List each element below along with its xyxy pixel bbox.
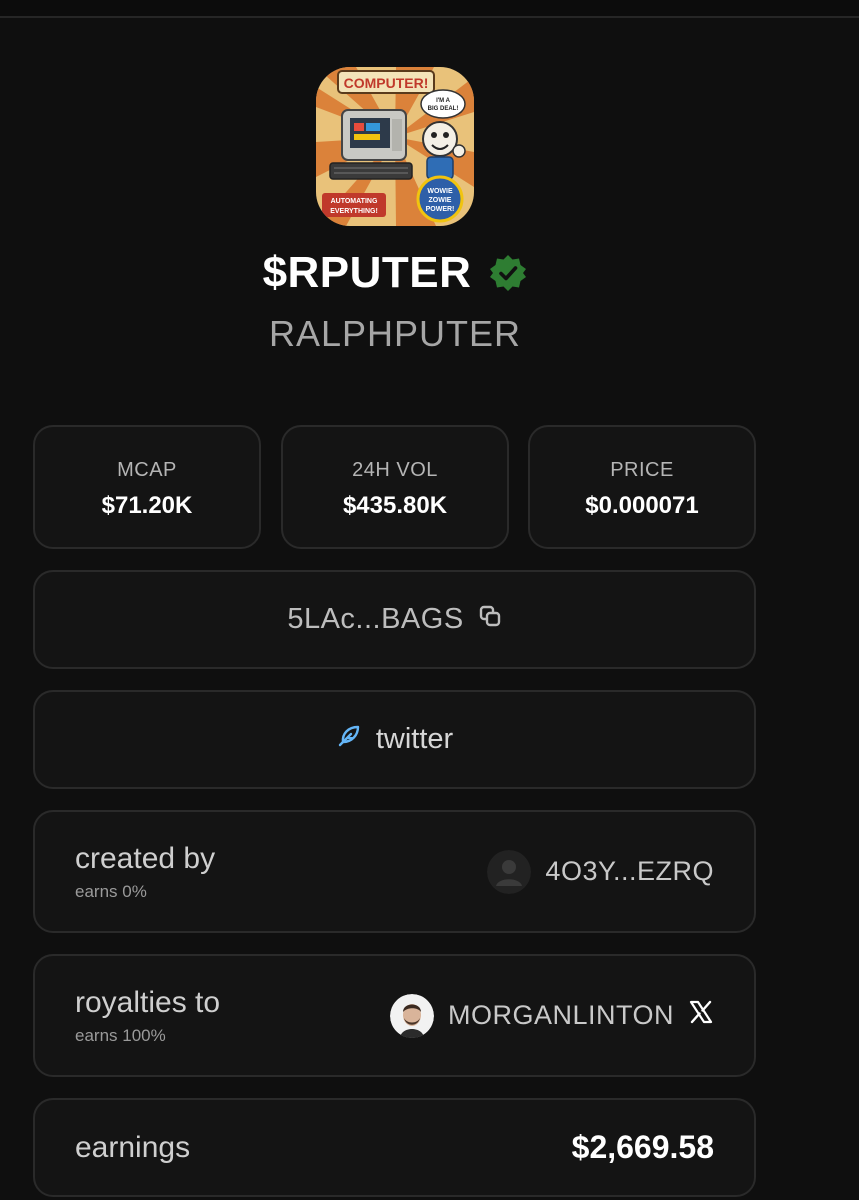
- stat-card-price: PRICE $0.000071: [528, 425, 756, 549]
- token-header: $RPUTER: [0, 248, 790, 298]
- stat-card-mcap: MCAP $71.20K: [33, 425, 261, 549]
- creator-title: created by: [75, 841, 216, 875]
- logo-banner-text: COMPUTER!: [344, 75, 429, 91]
- avatar: [389, 993, 434, 1038]
- token-logo: COMPUTER! I'M A BIG DEAL! AUTOMATING EVE…: [316, 67, 474, 226]
- feather-icon: [336, 723, 362, 757]
- creator-earns: earns 0%: [75, 881, 147, 901]
- token-ticker: $RPUTER: [262, 248, 472, 297]
- verified-badge-icon: [489, 254, 527, 292]
- top-bar: [0, 0, 859, 18]
- royalties-title: royalties to: [75, 985, 221, 1019]
- svg-text:WOWIE: WOWIE: [427, 188, 453, 195]
- stat-value: $435.80K: [342, 492, 448, 519]
- token-name: RALPHPUTER: [268, 313, 522, 354]
- twitter-label: twitter: [375, 723, 454, 755]
- royalties-card: royalties to earns 100% MORGANLINTON: [33, 954, 756, 1077]
- svg-text:ZOWIE: ZOWIE: [429, 197, 452, 204]
- creator-wallet-link[interactable]: 4O3Y...EZRQ: [487, 849, 714, 894]
- stat-card-volume: 24H VOL $435.80K: [281, 425, 509, 549]
- stat-label: 24H VOL: [352, 459, 438, 481]
- svg-text:AUTOMATING: AUTOMATING: [331, 198, 378, 205]
- stat-label: MCAP: [117, 459, 177, 481]
- svg-text:BIG DEAL!: BIG DEAL!: [428, 106, 459, 112]
- x-icon[interactable]: [688, 999, 714, 1032]
- default-avatar-icon: [487, 849, 532, 894]
- contract-address: 5LAc...BAGS: [287, 603, 464, 635]
- royalties-user-link[interactable]: MORGANLINTON: [389, 993, 714, 1038]
- contract-address-button[interactable]: 5LAc...BAGS: [33, 570, 756, 669]
- stat-value: $0.000071: [585, 492, 699, 519]
- creator-wallet: 4O3Y...EZRQ: [545, 856, 714, 886]
- royalties-earns: earns 100%: [75, 1025, 166, 1045]
- royalties-username: MORGANLINTON: [447, 1000, 674, 1030]
- earnings-value: $2,669.58: [571, 1129, 714, 1165]
- svg-text:EVERYTHING!: EVERYTHING!: [330, 208, 378, 215]
- svg-text:POWER!: POWER!: [426, 206, 455, 213]
- stat-label: PRICE: [610, 459, 674, 481]
- earnings-title: earnings: [75, 1130, 191, 1164]
- creator-card: created by earns 0% 4O3Y...EZRQ: [33, 810, 756, 933]
- copy-icon[interactable]: [478, 603, 502, 636]
- twitter-link[interactable]: twitter: [33, 690, 756, 789]
- stat-value: $71.20K: [101, 492, 193, 519]
- svg-text:I'M A: I'M A: [436, 98, 451, 104]
- earnings-card: earnings $2,669.58: [33, 1098, 756, 1197]
